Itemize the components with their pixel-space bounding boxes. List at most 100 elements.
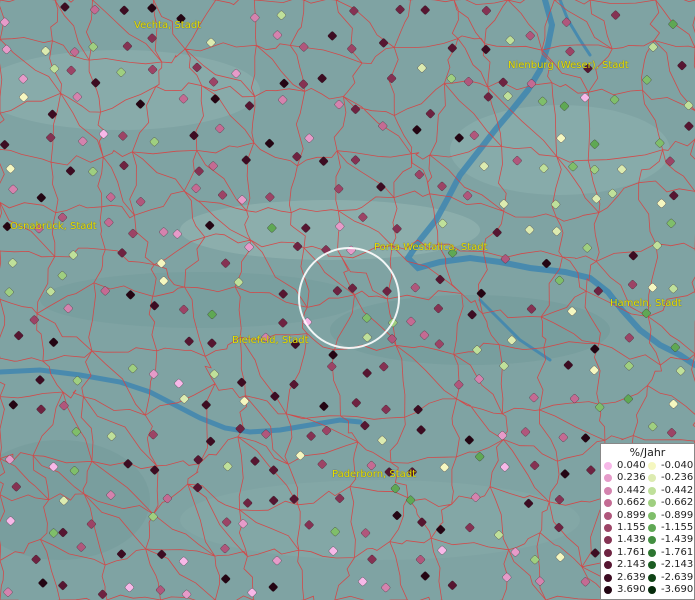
site-marker[interactable] <box>276 10 286 20</box>
site-marker[interactable] <box>492 228 502 238</box>
site-marker[interactable] <box>0 17 10 27</box>
site-marker[interactable] <box>420 571 430 581</box>
site-marker[interactable] <box>174 378 184 388</box>
site-marker[interactable] <box>106 192 116 202</box>
site-marker[interactable] <box>497 431 507 441</box>
site-marker[interactable] <box>591 194 601 204</box>
site-marker[interactable] <box>247 588 257 598</box>
site-marker[interactable] <box>237 195 247 205</box>
site-marker[interactable] <box>500 462 510 472</box>
site-marker[interactable] <box>667 428 677 438</box>
site-marker[interactable] <box>207 338 217 348</box>
site-marker[interactable] <box>322 426 332 436</box>
site-marker[interactable] <box>0 140 10 150</box>
site-marker[interactable] <box>29 315 39 325</box>
site-marker[interactable] <box>395 5 405 15</box>
site-marker[interactable] <box>149 137 159 147</box>
site-marker[interactable] <box>218 190 228 200</box>
site-marker[interactable] <box>349 6 359 16</box>
site-marker[interactable] <box>435 275 445 285</box>
site-marker[interactable] <box>351 104 361 114</box>
site-marker[interactable] <box>648 42 658 52</box>
site-marker[interactable] <box>58 581 68 591</box>
site-marker[interactable] <box>2 44 12 54</box>
site-marker[interactable] <box>454 380 464 390</box>
site-marker[interactable] <box>498 77 508 87</box>
site-marker[interactable] <box>209 369 219 379</box>
site-marker[interactable] <box>560 469 570 479</box>
site-marker[interactable] <box>334 184 344 194</box>
site-marker[interactable] <box>90 5 100 15</box>
site-marker[interactable] <box>417 63 427 73</box>
site-marker[interactable] <box>319 401 329 411</box>
site-marker[interactable] <box>676 366 686 376</box>
site-marker[interactable] <box>525 225 535 235</box>
site-marker[interactable] <box>669 191 679 201</box>
site-marker[interactable] <box>483 92 493 102</box>
site-marker[interactable] <box>272 30 282 40</box>
site-marker[interactable] <box>159 227 169 237</box>
site-marker[interactable] <box>193 483 203 493</box>
site-marker[interactable] <box>292 152 302 162</box>
site-marker[interactable] <box>563 360 573 370</box>
site-marker[interactable] <box>379 362 389 372</box>
site-marker[interactable] <box>525 31 535 41</box>
site-marker[interactable] <box>298 79 308 89</box>
site-marker[interactable] <box>590 548 600 558</box>
site-marker[interactable] <box>464 435 474 445</box>
site-marker[interactable] <box>117 549 127 559</box>
site-marker[interactable] <box>279 78 289 88</box>
site-marker[interactable] <box>128 229 138 239</box>
site-marker[interactable] <box>641 308 651 318</box>
site-marker[interactable] <box>327 31 337 41</box>
site-marker[interactable] <box>530 460 540 470</box>
site-marker[interactable] <box>46 133 56 143</box>
site-marker[interactable] <box>317 73 327 83</box>
site-marker[interactable] <box>582 243 592 253</box>
site-marker[interactable] <box>136 197 146 207</box>
site-marker[interactable] <box>272 556 282 566</box>
site-marker[interactable] <box>570 394 580 404</box>
site-marker[interactable] <box>71 427 81 437</box>
site-marker[interactable] <box>481 45 491 55</box>
site-marker[interactable] <box>327 362 337 372</box>
site-marker[interactable] <box>677 61 687 71</box>
site-marker[interactable] <box>684 121 694 131</box>
site-marker[interactable] <box>241 155 251 165</box>
site-marker[interactable] <box>410 283 420 293</box>
site-marker[interactable] <box>657 198 667 208</box>
site-marker[interactable] <box>8 400 18 410</box>
site-marker[interactable] <box>157 549 167 559</box>
site-marker[interactable] <box>351 155 361 165</box>
site-marker[interactable] <box>412 125 422 135</box>
site-marker[interactable] <box>119 5 129 15</box>
site-marker[interactable] <box>446 74 456 84</box>
site-marker[interactable] <box>107 431 117 441</box>
site-marker[interactable] <box>265 192 275 202</box>
site-marker[interactable] <box>586 465 596 475</box>
site-marker[interactable] <box>376 182 386 192</box>
site-marker[interactable] <box>555 275 565 285</box>
site-marker[interactable] <box>474 374 484 384</box>
site-marker[interactable] <box>642 75 652 85</box>
site-marker[interactable] <box>481 6 491 16</box>
site-marker[interactable] <box>666 218 676 228</box>
site-marker[interactable] <box>122 41 132 51</box>
site-marker[interactable] <box>351 398 361 408</box>
site-marker[interactable] <box>362 368 372 378</box>
site-marker[interactable] <box>529 393 539 403</box>
site-marker[interactable] <box>36 193 46 203</box>
site-marker[interactable] <box>581 433 591 443</box>
site-marker[interactable] <box>538 96 548 106</box>
site-marker[interactable] <box>179 556 189 566</box>
site-marker[interactable] <box>328 350 338 360</box>
site-marker[interactable] <box>119 161 129 171</box>
site-marker[interactable] <box>535 576 545 586</box>
site-marker[interactable] <box>88 42 98 52</box>
site-marker[interactable] <box>265 138 275 148</box>
site-marker[interactable] <box>3 587 13 597</box>
site-marker[interactable] <box>379 38 389 48</box>
site-marker[interactable] <box>128 364 138 374</box>
site-marker[interactable] <box>118 131 128 141</box>
site-marker[interactable] <box>611 10 621 20</box>
